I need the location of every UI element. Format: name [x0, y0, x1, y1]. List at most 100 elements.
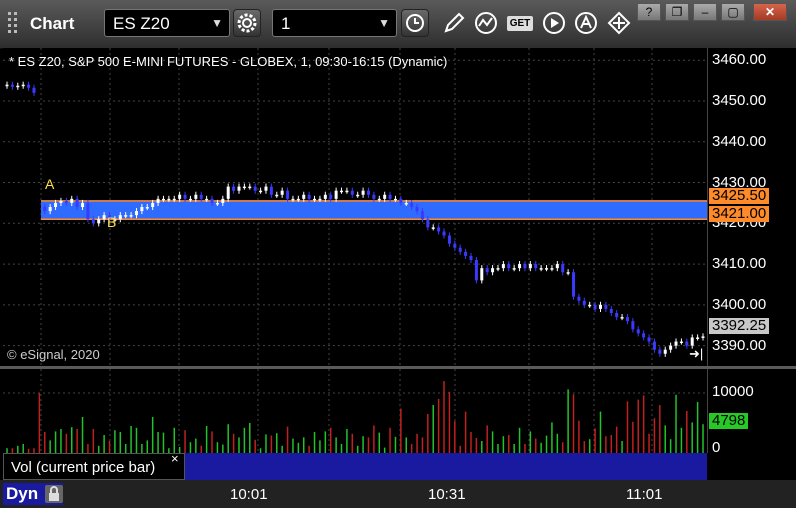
price-chart[interactable]: * ES Z20, S&P 500 E-MINI FUTURES - GLOBE…	[3, 48, 707, 366]
price-tick: 3390.00	[712, 336, 767, 354]
dynamic-mode-button[interactable]: Dyn	[3, 483, 63, 505]
volume-bar	[254, 439, 256, 453]
candle-body	[269, 186, 273, 195]
volume-bar	[578, 420, 580, 453]
volume-bar	[151, 417, 154, 453]
volume-bar	[432, 405, 434, 453]
volume-bar	[238, 437, 240, 453]
candle-body	[54, 202, 58, 207]
candle-body	[674, 341, 678, 346]
study-label-box[interactable]: Vol (current price bar)	[3, 453, 185, 480]
volume-bar	[103, 435, 105, 453]
alert-button[interactable]	[572, 9, 600, 37]
maximize-button[interactable]: ▢	[721, 3, 745, 21]
volume-bar	[545, 435, 548, 453]
volume-bar	[653, 418, 656, 453]
candle-body	[534, 264, 538, 269]
time-button[interactable]	[401, 9, 429, 37]
volume-bar	[642, 395, 645, 453]
price-tick: 3410.00	[712, 255, 767, 273]
play-button[interactable]	[540, 9, 568, 37]
candle-body	[372, 194, 376, 199]
candle-body	[545, 268, 549, 270]
volume-bar	[362, 436, 364, 453]
time-tick: 11:01	[626, 486, 663, 503]
volume-bar	[286, 426, 289, 453]
restore-button[interactable]: ❐	[665, 3, 689, 21]
volume-chart[interactable]	[3, 369, 707, 453]
volume-bar	[529, 431, 532, 453]
volume-bar	[475, 438, 478, 453]
candle-body	[264, 186, 268, 191]
candle-body	[172, 198, 176, 201]
candle-body	[496, 268, 500, 270]
lock-icon[interactable]	[45, 485, 63, 503]
volume-bar	[486, 425, 488, 453]
price-tick: 3450.00	[712, 92, 767, 109]
zone-marker-b: B	[107, 214, 117, 230]
symbol-selector[interactable]: ES Z20 ▼	[104, 9, 230, 37]
chart-line-icon	[475, 12, 497, 34]
volume-bar	[367, 437, 370, 453]
get-data-button[interactable]: GET	[505, 9, 535, 37]
candle-body	[528, 264, 532, 269]
volume-axis[interactable]: 10000 4798 0	[707, 369, 796, 456]
candle-body	[442, 231, 446, 236]
minimize-button[interactable]: –	[693, 3, 717, 21]
draw-tool-button[interactable]	[440, 9, 468, 37]
scroll-to-end-icon[interactable]: ➜|	[689, 346, 703, 362]
candle-body	[669, 345, 673, 350]
minimize-icon: –	[701, 5, 709, 19]
volume-bar	[464, 411, 467, 453]
settings-button[interactable]	[233, 9, 261, 37]
candle-body	[183, 194, 187, 199]
price-axis[interactable]: 3460.00 3450.00 3440.00 3430.00 3420.00 3410.…	[707, 48, 796, 366]
volume-bar	[540, 442, 542, 453]
candle-body	[512, 268, 516, 270]
study-close-button[interactable]: ×	[171, 451, 179, 466]
candle-body	[232, 186, 236, 191]
volume-bar	[270, 435, 273, 453]
volume-bar	[92, 429, 95, 453]
volume-bar	[437, 399, 440, 453]
volume-bar	[567, 389, 569, 453]
volume-bar	[632, 421, 634, 453]
candle-body	[323, 194, 327, 199]
link-button[interactable]	[605, 9, 633, 37]
volume-bar	[265, 434, 267, 453]
studies-button[interactable]	[472, 9, 500, 37]
volume-bar	[200, 445, 202, 453]
candle-body	[485, 268, 489, 273]
candle-body	[647, 337, 651, 342]
candle-body	[32, 87, 36, 93]
candle-body	[253, 186, 257, 191]
volume-bar	[114, 430, 116, 453]
chevron-down-icon: ▼	[211, 16, 223, 30]
candle-body	[377, 198, 381, 201]
volume-bar	[551, 422, 553, 453]
volume-chart-svg[interactable]	[3, 369, 707, 453]
volume-bar	[389, 427, 391, 453]
volume-bar	[97, 445, 100, 453]
candle-body	[259, 190, 263, 193]
close-window-button[interactable]: ✕	[753, 3, 787, 21]
volume-bar	[626, 401, 629, 453]
volume-bar	[702, 424, 704, 453]
volume-bar	[696, 402, 699, 453]
candle-body	[393, 198, 397, 201]
volume-bar	[22, 444, 24, 453]
volume-bar	[664, 425, 666, 453]
volume-bar	[146, 440, 149, 453]
volume-bar	[135, 427, 138, 453]
volume-bar	[605, 436, 607, 453]
help-button[interactable]: ?	[637, 3, 661, 21]
volume-bar	[410, 444, 413, 453]
grip-icon[interactable]	[6, 10, 20, 36]
candle-body	[685, 341, 689, 346]
interval-selector[interactable]: 1 ▼	[272, 9, 397, 37]
last-price-label: 3392.25	[709, 318, 770, 334]
candle-body	[97, 219, 101, 224]
price-chart-svg[interactable]	[3, 48, 707, 366]
window-title: Chart	[30, 14, 75, 33]
candle-body	[280, 190, 284, 195]
